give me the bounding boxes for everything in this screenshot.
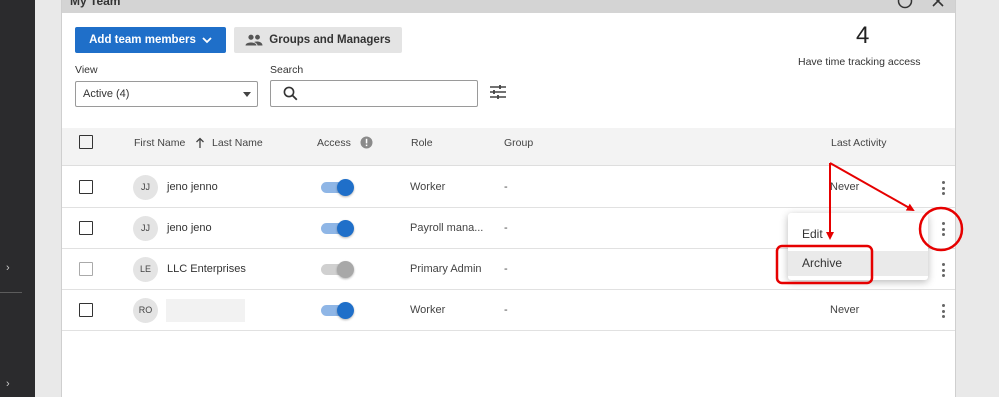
header-group: Group bbox=[504, 137, 534, 149]
filter-sliders-icon[interactable] bbox=[489, 84, 507, 100]
row-checkbox[interactable] bbox=[79, 262, 93, 276]
menu-item-archive[interactable]: Archive bbox=[788, 251, 928, 276]
access-toggle[interactable] bbox=[321, 220, 354, 237]
avatar: LE bbox=[133, 257, 158, 282]
header-access: Access bbox=[317, 137, 351, 149]
people-icon bbox=[245, 34, 263, 46]
row-role: Worker bbox=[410, 304, 446, 316]
add-team-members-label: Add team members bbox=[89, 34, 196, 46]
header-role: Role bbox=[411, 137, 433, 149]
row-role: Worker bbox=[410, 181, 446, 193]
row-context-menu: Edit Archive bbox=[788, 213, 928, 280]
panel-title: My Team bbox=[70, 0, 121, 8]
left-nav-rail: › › bbox=[0, 0, 35, 397]
header-first-name[interactable]: First Name bbox=[134, 128, 185, 158]
view-select[interactable]: Active (4) bbox=[75, 81, 258, 107]
row-group: - bbox=[504, 222, 508, 234]
close-icon[interactable] bbox=[930, 0, 946, 9]
sort-arrow-up-icon[interactable] bbox=[195, 137, 205, 149]
panel-header: My Team bbox=[62, 0, 955, 13]
access-toggle[interactable] bbox=[321, 302, 354, 319]
row-group: - bbox=[504, 181, 508, 193]
table-row[interactable]: JJ jeno jenno Worker - Never bbox=[62, 167, 955, 208]
avatar: JJ bbox=[133, 216, 158, 241]
avatar: RO bbox=[133, 298, 158, 323]
redacted-name bbox=[166, 299, 245, 322]
access-toggle bbox=[321, 261, 354, 278]
row-group: - bbox=[504, 263, 508, 275]
row-checkbox[interactable] bbox=[79, 303, 93, 317]
rail-divider bbox=[0, 292, 22, 293]
search-label: Search bbox=[270, 64, 304, 76]
search-input[interactable] bbox=[270, 80, 478, 107]
row-group: - bbox=[504, 304, 508, 316]
chevron-down-icon bbox=[202, 36, 212, 43]
access-count: 4 bbox=[856, 22, 870, 49]
row-checkbox[interactable] bbox=[79, 221, 93, 235]
row-last-activity: Never bbox=[830, 181, 860, 193]
info-icon[interactable] bbox=[360, 136, 373, 149]
avatar: JJ bbox=[133, 175, 158, 200]
access-count-label: Have time tracking access bbox=[798, 56, 921, 68]
add-team-members-button[interactable]: Add team members bbox=[75, 27, 226, 53]
view-select-value: Active (4) bbox=[83, 88, 130, 100]
row-role: Payroll mana... bbox=[410, 222, 484, 234]
access-toggle[interactable] bbox=[321, 179, 354, 196]
more-vert-icon[interactable] bbox=[938, 261, 950, 279]
more-vert-icon[interactable] bbox=[938, 179, 950, 197]
header-last-activity: Last Activity bbox=[831, 137, 887, 149]
view-label: View bbox=[75, 64, 98, 76]
groups-and-managers-label: Groups and Managers bbox=[269, 34, 391, 46]
help-icon[interactable] bbox=[897, 0, 913, 9]
caret-down-icon bbox=[243, 92, 251, 97]
row-name: jeno jeno bbox=[167, 222, 212, 234]
more-vert-icon[interactable] bbox=[938, 302, 950, 320]
search-icon bbox=[283, 86, 298, 101]
row-name: jeno jenno bbox=[167, 181, 218, 193]
row-name: LLC Enterprises bbox=[167, 263, 246, 275]
row-checkbox[interactable] bbox=[79, 180, 93, 194]
chevron-right-icon[interactable]: › bbox=[6, 378, 10, 390]
my-team-panel: My Team Add team members Groups and Mana… bbox=[61, 0, 956, 397]
menu-item-edit[interactable]: Edit bbox=[802, 227, 823, 241]
row-role: Primary Admin bbox=[410, 263, 482, 275]
menu-item-archive-label: Archive bbox=[802, 256, 843, 270]
row-last-activity: Never bbox=[830, 304, 860, 316]
chevron-right-icon[interactable]: › bbox=[6, 262, 10, 274]
more-vert-icon[interactable] bbox=[938, 220, 950, 238]
table-row[interactable]: RO Worker - Never bbox=[62, 290, 955, 331]
header-last-name[interactable]: Last Name bbox=[212, 128, 263, 158]
table-header: First Name Last Name Access Role Group L… bbox=[62, 128, 955, 166]
select-all-checkbox[interactable] bbox=[79, 135, 93, 149]
groups-and-managers-button[interactable]: Groups and Managers bbox=[234, 27, 402, 53]
